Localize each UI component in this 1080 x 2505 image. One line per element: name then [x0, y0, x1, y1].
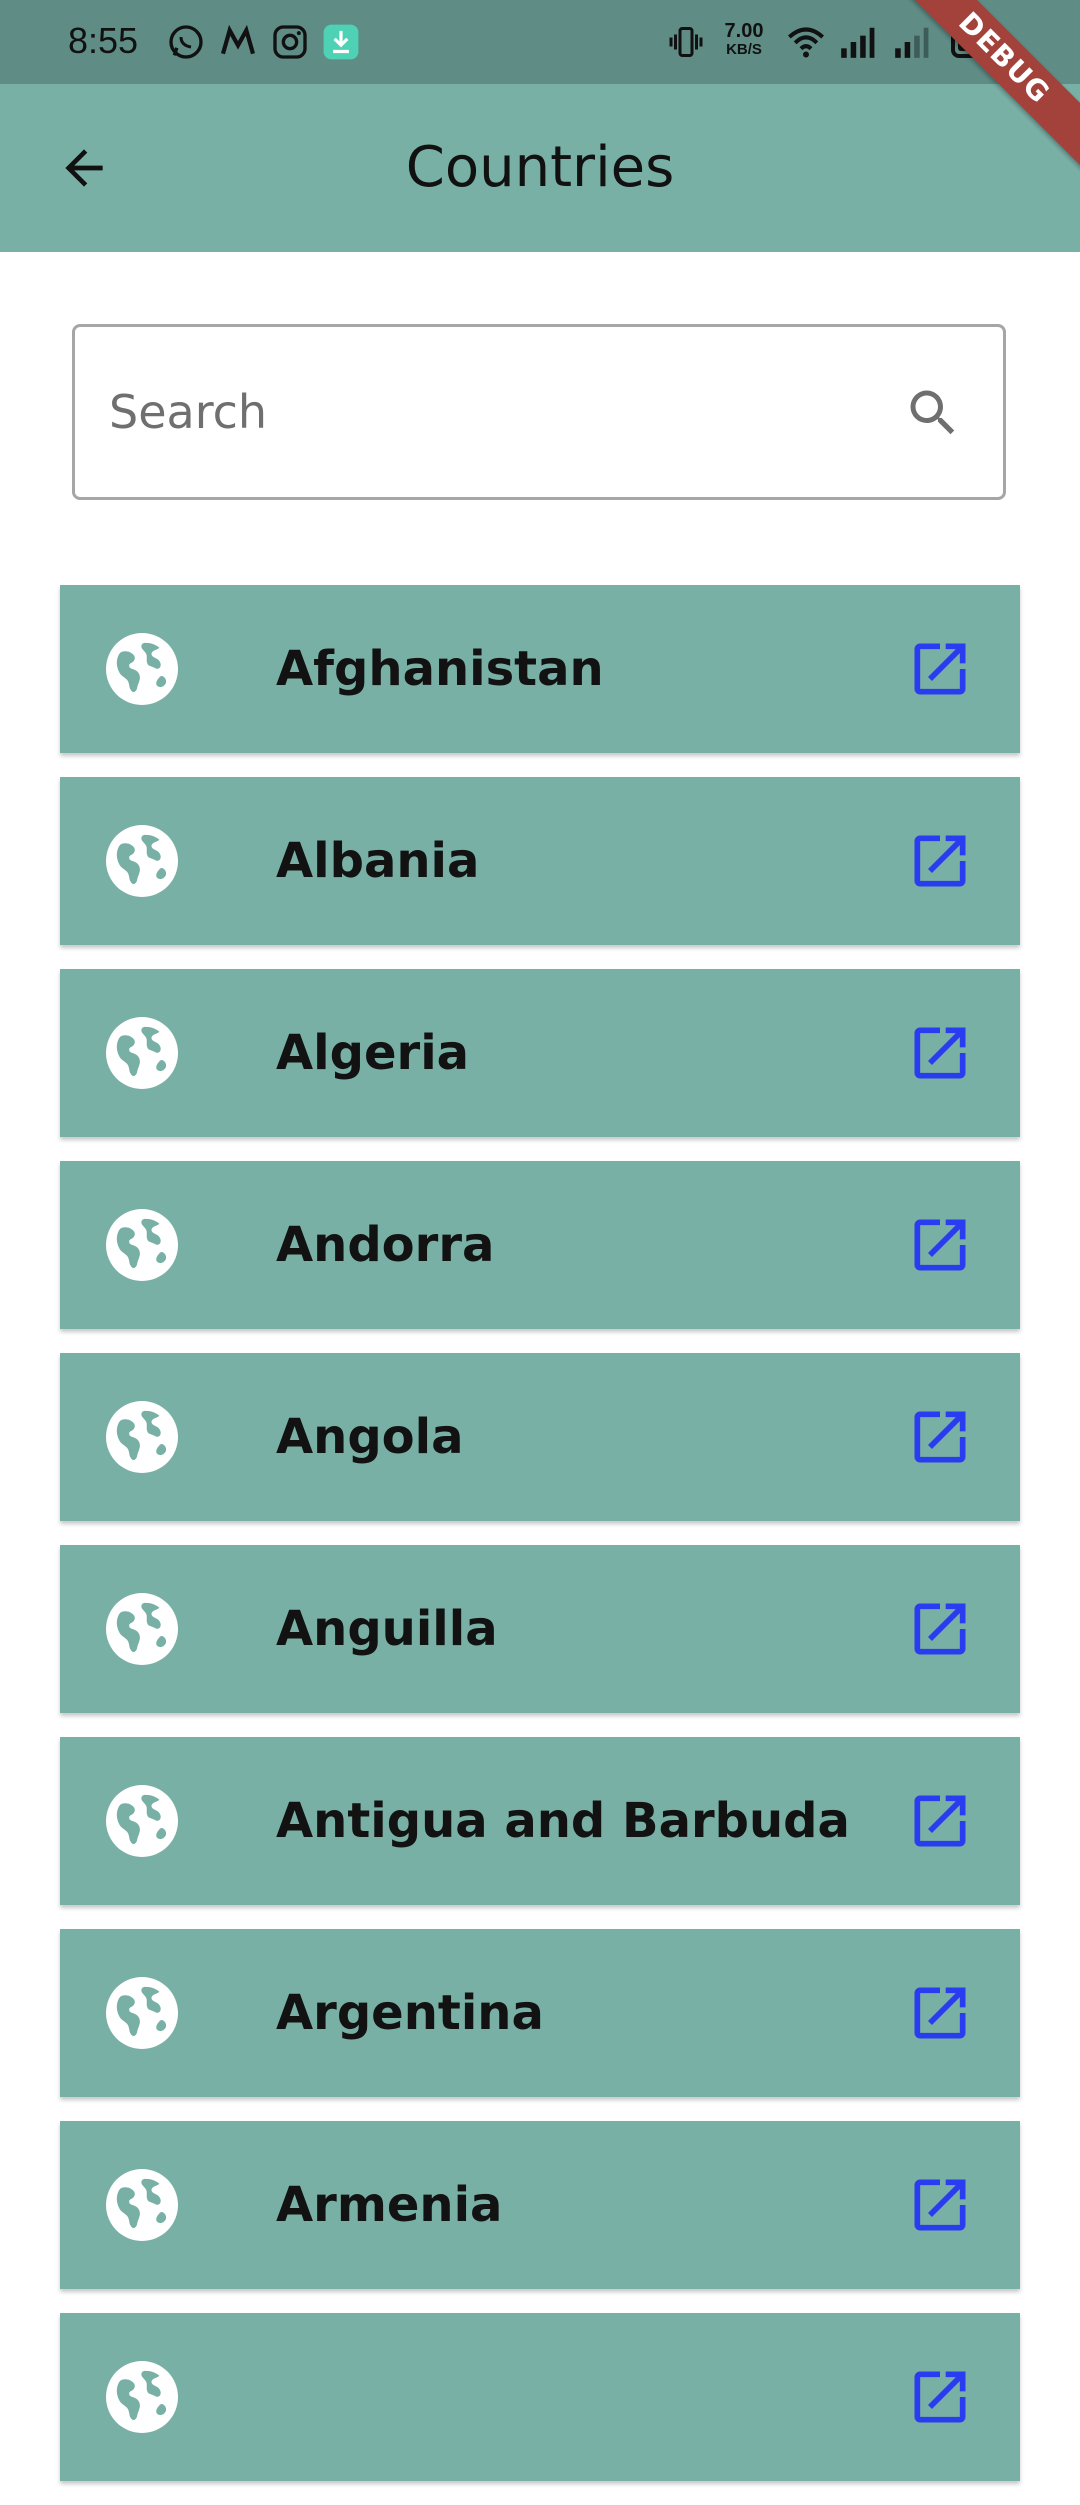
vibrate-icon	[669, 27, 703, 57]
open-in-new-icon[interactable]	[906, 1019, 974, 1087]
search-box[interactable]	[72, 324, 1006, 500]
open-in-new-icon[interactable]	[906, 1979, 974, 2047]
globe-icon	[106, 1017, 178, 1089]
country-list-item[interactable]: Andorra	[60, 1161, 1020, 1329]
country-name: Argentina	[276, 1985, 544, 2041]
open-in-new-icon[interactable]	[906, 827, 974, 895]
open-in-new-icon[interactable]	[906, 1211, 974, 1279]
status-bar: 8:55 7.00 KB/S	[0, 0, 1080, 84]
country-name: Antigua and Barbuda	[276, 1793, 850, 1849]
page-title: Countries	[405, 135, 675, 200]
myntra-icon	[220, 24, 256, 55]
open-in-new-icon[interactable]	[906, 1403, 974, 1471]
country-name: Armenia	[276, 2177, 503, 2233]
country-name: Angola	[276, 1409, 464, 1465]
open-in-new-icon[interactable]	[906, 1787, 974, 1855]
signal-icon	[841, 27, 875, 58]
status-time: 8:55	[68, 20, 139, 61]
country-list-item[interactable]: Albania	[60, 777, 1020, 945]
open-in-new-icon[interactable]	[906, 2363, 974, 2431]
whatsapp-icon	[169, 25, 203, 59]
globe-icon	[106, 1785, 178, 1857]
globe-icon	[106, 1593, 178, 1665]
back-button[interactable]	[44, 128, 124, 208]
globe-icon	[106, 1209, 178, 1281]
instagram-icon	[273, 25, 307, 59]
globe-icon	[106, 2361, 178, 2433]
country-list-item[interactable]: Argentina	[60, 1929, 1020, 2097]
country-list-item[interactable]: Algeria	[60, 969, 1020, 1137]
net-speed: 7.00 KB/S	[714, 20, 774, 58]
country-name: Afghanistan	[276, 641, 604, 697]
net-speed-unit: KB/S	[726, 41, 762, 58]
country-list-item[interactable]: Armenia	[60, 2121, 1020, 2289]
country-name: Andorra	[276, 1217, 495, 1273]
open-in-new-icon[interactable]	[906, 635, 974, 703]
globe-icon	[106, 825, 178, 897]
globe-icon	[106, 1401, 178, 1473]
download-icon	[323, 24, 359, 60]
globe-icon	[106, 2169, 178, 2241]
arrow-back-icon	[65, 149, 103, 187]
search-icon[interactable]	[903, 383, 963, 443]
net-speed-value: 7.00	[724, 20, 764, 42]
globe-icon	[106, 633, 178, 705]
country-list-item[interactable]: Angola	[60, 1353, 1020, 1521]
wifi-icon	[787, 27, 825, 58]
country-list: Afghanistan Albania Algeria Andorra Ango…	[60, 585, 1020, 2505]
search-input[interactable]	[109, 327, 889, 497]
country-list-item[interactable]	[60, 2313, 1020, 2481]
country-list-item[interactable]: Afghanistan	[60, 585, 1020, 753]
country-name: Albania	[276, 833, 480, 889]
country-name: Anguilla	[276, 1601, 498, 1657]
country-name: Algeria	[276, 1025, 470, 1081]
open-in-new-icon[interactable]	[906, 1595, 974, 1663]
globe-icon	[106, 1977, 178, 2049]
open-in-new-icon[interactable]	[906, 2171, 974, 2239]
country-list-item[interactable]: Anguilla	[60, 1545, 1020, 1713]
country-list-item[interactable]: Antigua and Barbuda	[60, 1737, 1020, 1905]
signal-icon	[895, 27, 929, 58]
app-bar: Countries	[0, 84, 1080, 252]
